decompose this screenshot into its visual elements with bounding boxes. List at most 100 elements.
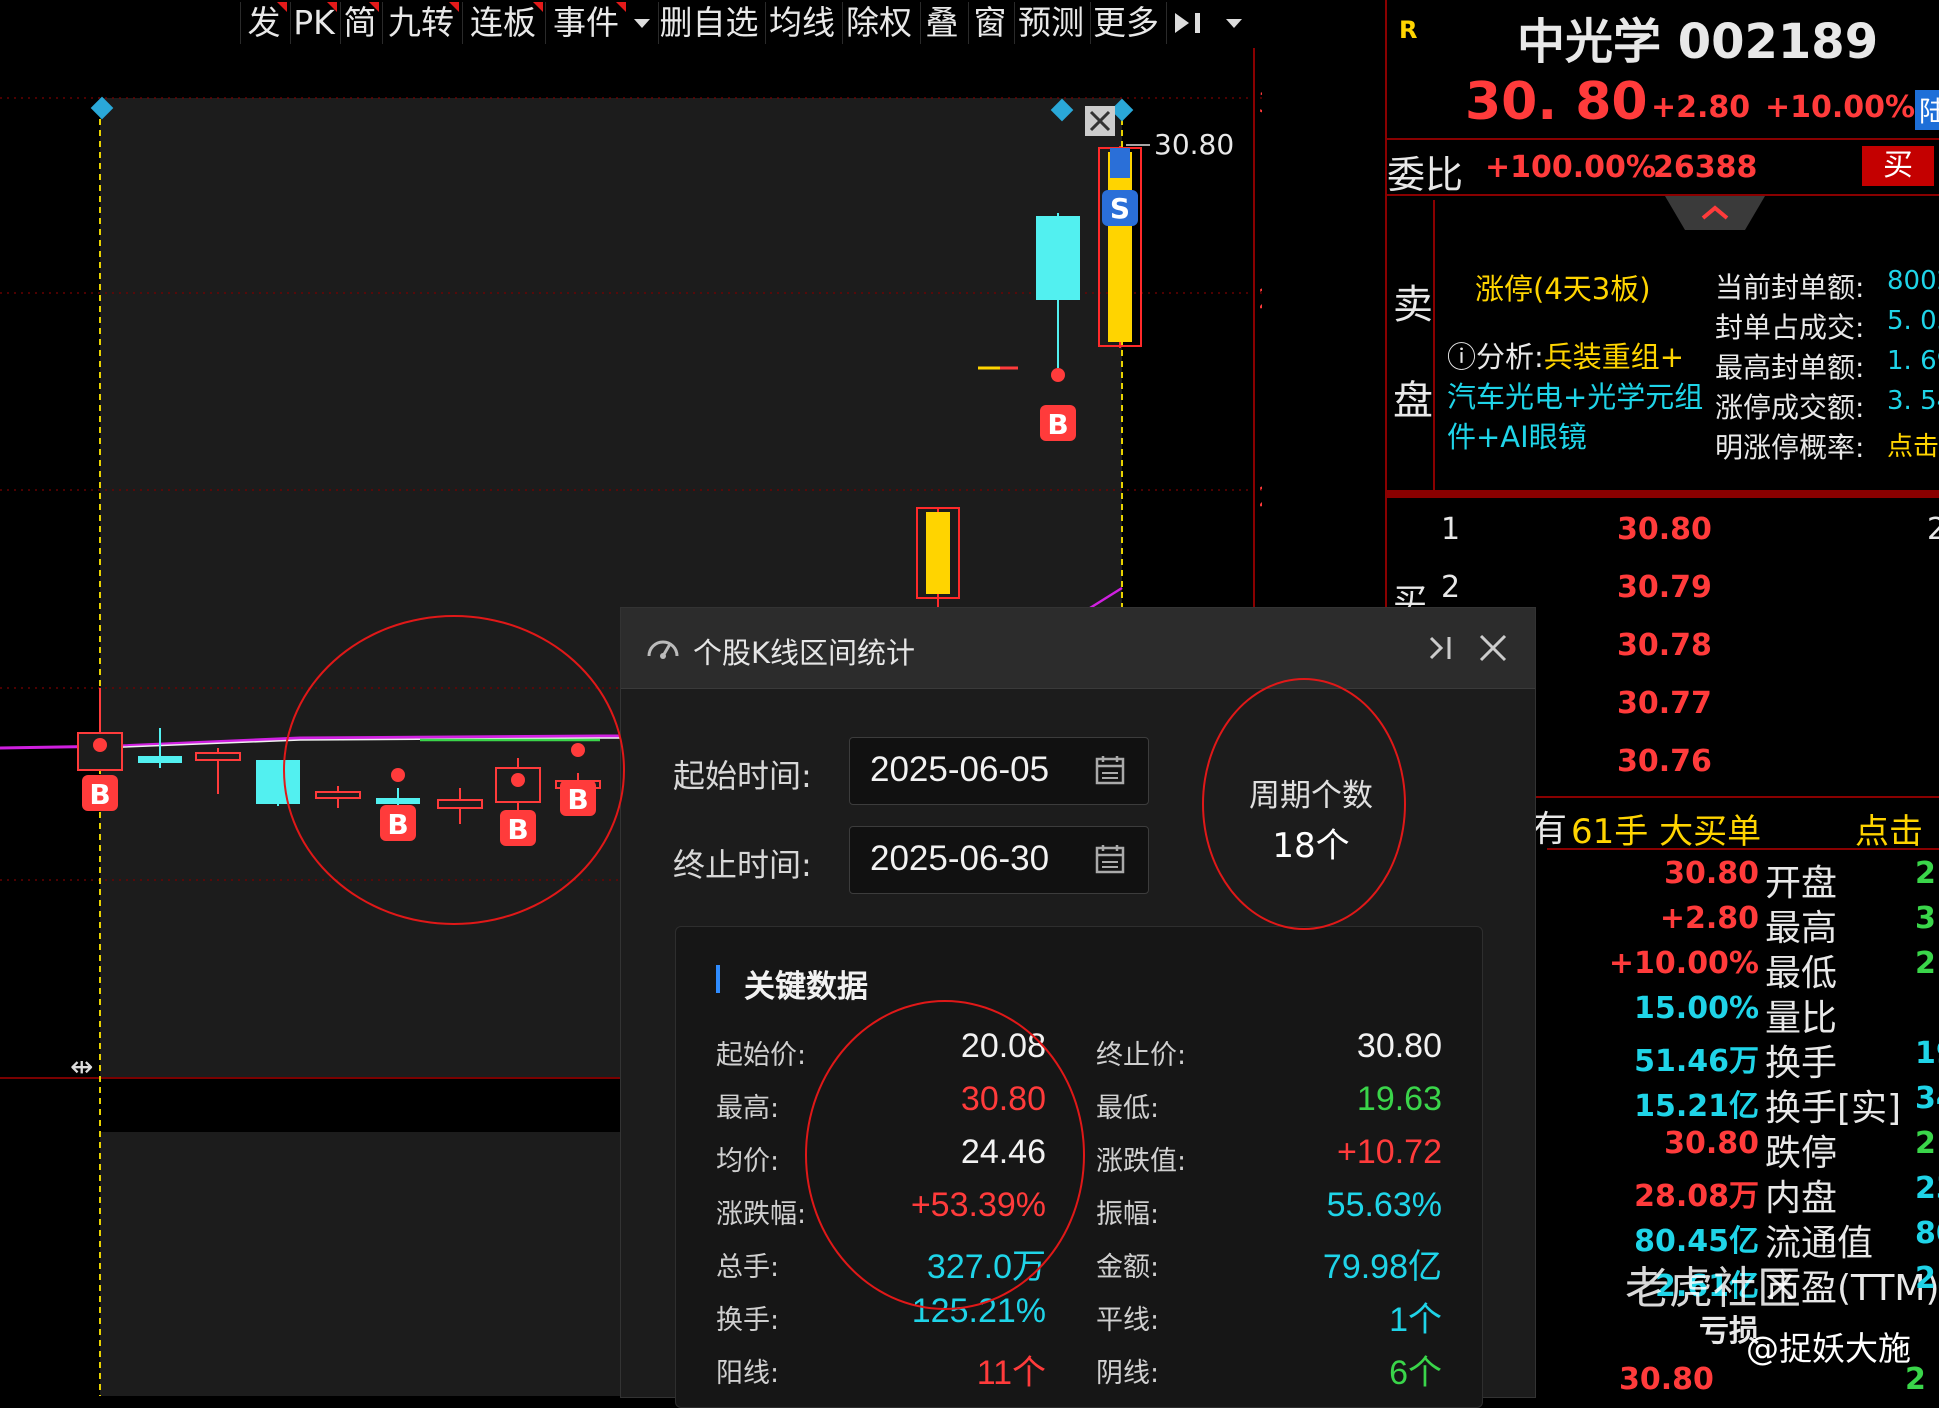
- chart-gauge-icon: [647, 640, 679, 659]
- key-data-label: 最低:: [1096, 1093, 1160, 1124]
- order-price[interactable]: 30.79: [1617, 570, 1712, 605]
- collapse-panel-button[interactable]: [1421, 628, 1461, 668]
- toolbar-item-7[interactable]: 均线: [765, 2, 838, 44]
- seal-row-value[interactable]: 点击: [1887, 426, 1939, 463]
- toolbar-item-3[interactable]: 九转: [382, 2, 459, 44]
- toolbar-item-5[interactable]: 事件: [545, 2, 626, 44]
- key-data-value: 1个: [1389, 1301, 1442, 1339]
- toolbar-item-0[interactable]: 发: [240, 2, 287, 44]
- key-data-value: 19.63: [1356, 1080, 1442, 1118]
- dialog-title: 个股K线区间统计: [693, 636, 916, 670]
- toolbar-item-label: 除权: [846, 3, 912, 42]
- key-data-label: 涨跌幅:: [716, 1199, 807, 1230]
- order-volume: 2: [1927, 512, 1939, 547]
- connect-tag[interactable]: 陆: [1915, 90, 1939, 130]
- svg-text:S: S: [1110, 192, 1130, 225]
- limit-up-title: 涨停(4天3板): [1475, 272, 1651, 306]
- info-icon: ⓘ: [1447, 340, 1477, 374]
- stat-value-left: 51.46万: [1634, 1044, 1759, 1079]
- toolbar-item-12[interactable]: 更多: [1090, 2, 1161, 44]
- new-flag-icon: [616, 2, 626, 12]
- price-change-pct: +10.00%: [1765, 90, 1916, 125]
- toolbar-item-label: 更多: [1093, 3, 1159, 42]
- candle[interactable]: [256, 760, 300, 806]
- new-flag-icon: [369, 2, 379, 12]
- connect-tag-label: 陆: [1919, 95, 1939, 128]
- seal-row-label: 最高封单额:: [1715, 351, 1865, 384]
- dialog-header[interactable]: 个股K线区间统计: [621, 608, 1535, 689]
- analysis-prefix: 分析:: [1476, 340, 1544, 374]
- key-data-value: 20.08: [960, 1027, 1046, 1065]
- more-dropdown-chevron-icon[interactable]: [1218, 2, 1248, 44]
- sell-marker[interactable]: S: [1102, 190, 1138, 226]
- resize-handle-icon[interactable]: ⇹: [70, 1050, 93, 1083]
- svg-text:B: B: [507, 813, 528, 846]
- order-price[interactable]: 30.78: [1617, 628, 1712, 663]
- toolbar-item-6[interactable]: 删自选: [658, 2, 759, 44]
- key-data-label: 平线:: [1096, 1305, 1160, 1336]
- toolbar-item-11[interactable]: 预测: [1014, 2, 1087, 44]
- key-data-label: 阴线:: [1096, 1358, 1160, 1389]
- analysis-line[interactable]: ⓘ分析:兵装重组+: [1447, 334, 1684, 376]
- toolbar-item-4[interactable]: 连板: [462, 2, 543, 44]
- seal-row-value: 8002: [1887, 266, 1939, 296]
- key-data-label: 涨跌值:: [1096, 1146, 1187, 1177]
- collapse-chevron-icon[interactable]: [1665, 196, 1765, 230]
- divider: [1387, 138, 1939, 140]
- end-date-input[interactable]: 2025-06-30: [849, 826, 1149, 894]
- calendar-icon[interactable]: [1094, 843, 1126, 875]
- order-price[interactable]: 30.80: [1617, 512, 1712, 547]
- big-order-prefix: 有: [1531, 809, 1568, 850]
- key-data-title: 关键数据: [744, 969, 868, 1005]
- start-date-input[interactable]: 2025-06-05: [849, 737, 1149, 805]
- key-data-label: 金额:: [1096, 1252, 1160, 1283]
- kline-range-stats-dialog: 个股K线区间统计 起始时间: 2025-06-05 终止时间: 2025-06-…: [620, 607, 1536, 1408]
- new-flag-icon: [277, 2, 287, 12]
- end-time-label: 终止时间:: [673, 846, 812, 884]
- key-data-label: 阳线:: [716, 1358, 780, 1389]
- key-data-label: 总手:: [716, 1252, 780, 1283]
- buy-button[interactable]: 买: [1862, 146, 1934, 186]
- svg-text:B: B: [89, 778, 110, 811]
- seal-row-label: 当前封单额:: [1715, 271, 1865, 304]
- toolbar-item-label: 连板: [470, 3, 536, 42]
- key-data-value: 30.80: [960, 1080, 1046, 1118]
- key-data-label: 起始价:: [716, 1040, 807, 1071]
- price-axis-label: 28.22: [1258, 282, 1262, 315]
- order-price[interactable]: 30.77: [1617, 686, 1712, 721]
- exit-fullscreen-button[interactable]: [1166, 2, 1211, 44]
- toolbar-item-10[interactable]: 窗: [968, 2, 1011, 44]
- seal-row-value: 3. 54: [1887, 386, 1939, 416]
- order-price[interactable]: 30.76: [1617, 744, 1712, 779]
- toolbar-item-label: 均线: [769, 3, 835, 42]
- big-order-link[interactable]: 点击: [1855, 804, 1923, 853]
- seal-row-label: 明涨停概率:: [1715, 431, 1865, 464]
- stat-value-left: +10.00%: [1608, 946, 1759, 981]
- range-close-icon[interactable]: [1085, 106, 1115, 136]
- start-time-label: 起始时间:: [673, 757, 812, 795]
- toolbar-item-8[interactable]: 除权: [842, 2, 915, 44]
- sell-side-divider: [1433, 200, 1435, 490]
- close-dialog-button[interactable]: [1473, 628, 1513, 668]
- start-date-value: 2025-06-05: [870, 750, 1050, 789]
- key-data-value: 6个: [1389, 1354, 1442, 1392]
- key-data-label: 最高:: [716, 1093, 780, 1124]
- key-data-label: 终止价:: [1096, 1040, 1187, 1071]
- toolbar-item-1[interactable]: PK: [290, 2, 337, 44]
- sell-side-label: 卖: [1393, 282, 1433, 328]
- events-dropdown-chevron-icon[interactable]: [626, 2, 656, 44]
- period-count-value: 18个: [1272, 826, 1350, 866]
- svg-text:B: B: [1047, 408, 1068, 441]
- toolbar-item-9[interactable]: 叠: [920, 2, 963, 44]
- period-count-label: 周期个数: [1249, 778, 1373, 814]
- stat-value-right: 2.: [1915, 1261, 1939, 1296]
- stat-value-left: 30.80: [1664, 1126, 1759, 1161]
- calendar-icon[interactable]: [1094, 754, 1126, 786]
- toolbar-item-2[interactable]: 简: [340, 2, 379, 44]
- key-data-label: 换手:: [716, 1305, 780, 1336]
- order-level: 2: [1441, 570, 1461, 605]
- last-price-label: 30.80: [1154, 128, 1234, 161]
- toolbar-item-label: 发: [247, 3, 281, 42]
- divider: [1547, 848, 1939, 850]
- analysis-text: 汽车光电+光学元组: [1447, 380, 1704, 414]
